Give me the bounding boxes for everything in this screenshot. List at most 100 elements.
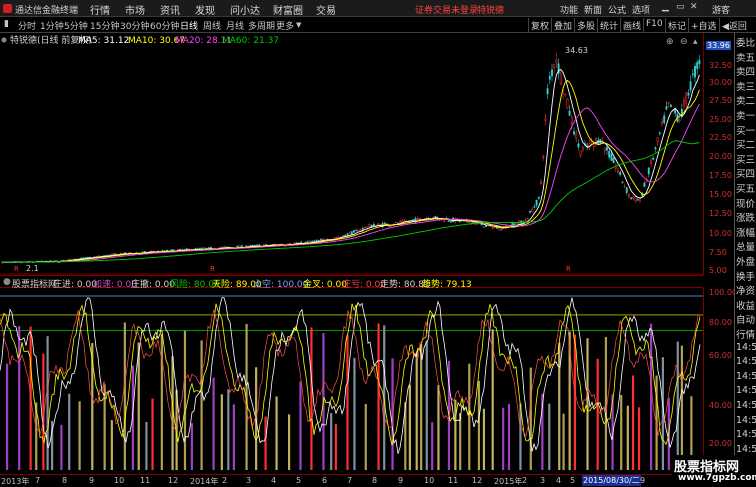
stock-link[interactable]: 特锐德	[477, 3, 504, 16]
current-price-tag: 33.96	[706, 41, 731, 50]
add-watchlist-button[interactable]: +自选	[688, 18, 719, 32]
menu-market[interactable]: 市场	[125, 2, 145, 17]
indicator-bar	[420, 344, 423, 470]
indicator-bar	[377, 323, 380, 470]
expand-icon[interactable]: ▴	[693, 37, 698, 47]
zoom-in-icon[interactable]: ⊕	[666, 37, 674, 47]
y-tick: 15.00	[709, 190, 732, 199]
date-label: 12	[472, 476, 483, 485]
indicator-chart[interactable]	[0, 288, 703, 474]
draw-button[interactable]: 画线	[620, 18, 643, 32]
menu-trade[interactable]: 交易	[316, 2, 336, 17]
quote-panel-label: 14:5	[736, 414, 756, 426]
menu-discover[interactable]: 发现	[195, 2, 215, 17]
multi-stock-button[interactable]: 多股	[574, 18, 597, 32]
y-tick: 10.00	[709, 229, 732, 238]
candle-body	[696, 62, 699, 70]
back-button[interactable]: ◀返回	[719, 18, 749, 32]
candle-body	[619, 172, 622, 175]
candle-body	[177, 249, 179, 251]
ma5-legend: MA5: 31.12	[78, 36, 129, 46]
quote-panel-label: 买四	[736, 169, 756, 181]
date-label: 2	[522, 476, 528, 485]
candle-body	[533, 206, 536, 208]
period-intraday[interactable]: 分时	[18, 19, 36, 32]
period-multi[interactable]: 多周期	[248, 19, 275, 32]
period-5min[interactable]: 5分钟	[64, 19, 88, 32]
candle-body	[265, 244, 267, 246]
indicator-dot-icon[interactable]: ●	[3, 277, 11, 287]
zoom-out-icon[interactable]: ⊖	[680, 37, 688, 47]
candle-body	[388, 225, 391, 227]
indicator-bar	[364, 404, 367, 470]
candles	[1, 53, 701, 264]
candle-body	[683, 100, 685, 107]
minimize-icon[interactable]: ▁	[662, 2, 669, 12]
candle-body	[115, 253, 118, 255]
candle-body	[238, 245, 241, 248]
candle-body	[581, 147, 584, 152]
menu-new-page[interactable]: 新面	[584, 3, 602, 16]
f10-button[interactable]: F10	[643, 18, 665, 32]
candle-body	[577, 143, 580, 148]
candle-body	[573, 131, 575, 135]
period-30min[interactable]: 30分钟	[120, 19, 149, 32]
period-daily[interactable]: 日线	[180, 19, 198, 32]
candle-body	[529, 211, 531, 213]
period-tick-icon[interactable]: ▮	[4, 19, 9, 29]
candle-body	[170, 249, 173, 251]
candle-body	[559, 73, 562, 85]
candle-body	[658, 132, 661, 134]
candle-body	[434, 216, 437, 219]
menu-ask[interactable]: 问小达	[230, 2, 260, 17]
period-15min[interactable]: 15分钟	[90, 19, 119, 32]
candle-body	[377, 223, 380, 226]
date-label: 2013年	[1, 477, 30, 486]
indicator-bar	[60, 424, 63, 470]
menu-options[interactable]: 选项	[632, 3, 650, 16]
menu-formula[interactable]: 公式	[608, 3, 626, 16]
period-60min[interactable]: 60分钟	[150, 19, 179, 32]
period-more[interactable]: 更多	[276, 19, 294, 32]
candle-body	[368, 223, 371, 227]
candle-body	[416, 217, 419, 220]
menu-quotes[interactable]: 行情	[90, 2, 110, 17]
date-label: 9	[89, 476, 95, 485]
more-arrow-icon[interactable]: ▼	[296, 21, 301, 29]
period-1min[interactable]: 1分钟	[40, 19, 64, 32]
login-notice[interactable]: 证券交易未登录	[415, 3, 478, 16]
candle-body	[570, 116, 573, 125]
candle-body	[412, 219, 415, 221]
indicator-bar	[477, 380, 481, 470]
candle-body	[364, 226, 366, 229]
candle-body	[669, 104, 672, 108]
restore-icon[interactable]: ▭	[676, 2, 685, 12]
menu-wealth[interactable]: 财富圈	[273, 2, 303, 17]
candle-body	[546, 88, 549, 95]
close-icon[interactable]: ✕	[690, 2, 698, 12]
candle-body	[443, 220, 446, 222]
overlay-button[interactable]: 叠加	[551, 18, 574, 32]
menu-news[interactable]: 资讯	[160, 2, 180, 17]
stats-button[interactable]: 统计	[597, 18, 620, 32]
candle-body	[111, 253, 113, 256]
indicator-bar	[330, 413, 333, 470]
period-monthly[interactable]: 月线	[226, 19, 244, 32]
collapse-dot-icon[interactable]	[1, 37, 7, 43]
guest-label[interactable]: 游客	[712, 3, 730, 16]
candle-body	[355, 229, 358, 232]
candle-body	[119, 252, 122, 255]
date-label: 2015年	[494, 477, 523, 486]
quote-panel-label: 净资	[736, 286, 756, 298]
candle-body	[612, 157, 615, 164]
indicator-bar	[137, 342, 140, 470]
quote-panel-label: 自动	[736, 315, 756, 327]
candle-body	[661, 121, 663, 124]
adjust-button[interactable]: 复权	[528, 18, 551, 32]
mark-button[interactable]: 标记	[665, 18, 688, 32]
period-weekly[interactable]: 周线	[203, 19, 221, 32]
menu-function[interactable]: 功能	[560, 3, 578, 16]
candle-body	[606, 147, 608, 151]
kline-chart[interactable]: ​ 特锐德(日线 前复权) MA5: 31.12 MA10: 30.67 MA2…	[0, 33, 703, 275]
indicator-bar	[431, 422, 434, 470]
